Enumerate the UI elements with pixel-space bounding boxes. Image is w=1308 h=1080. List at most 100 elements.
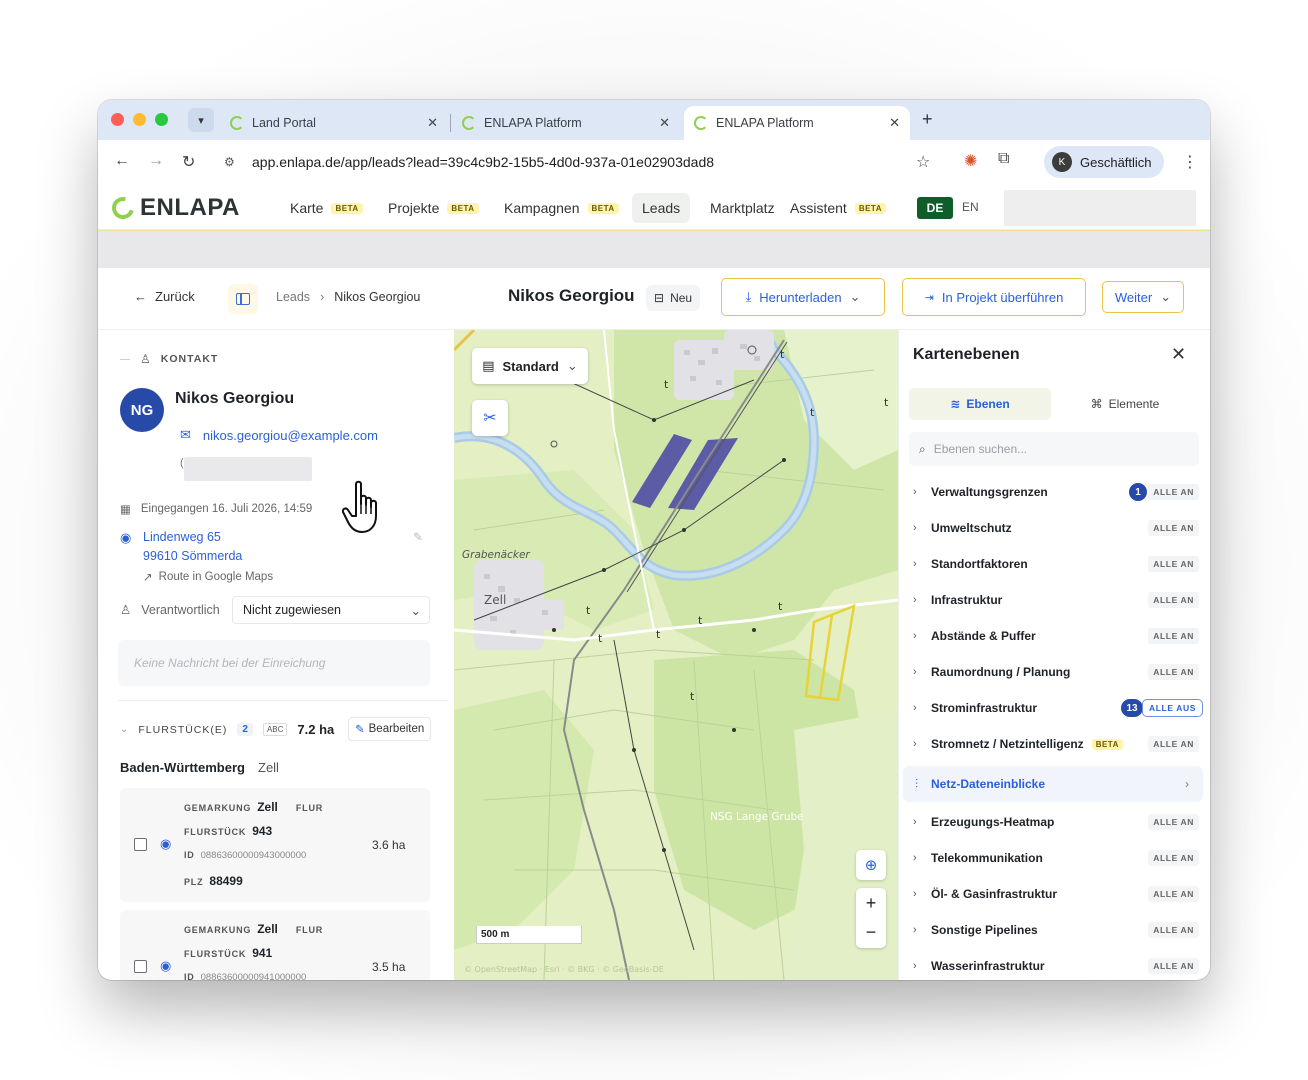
toggle-all-button[interactable]: ALLE AN xyxy=(1148,520,1199,536)
edit-pencil-icon[interactable]: ✎ xyxy=(413,530,423,544)
browser-tab-3-active[interactable]: ENLAPA Platform ✕ xyxy=(684,106,910,140)
nav-assistent[interactable]: Assistent BETA xyxy=(790,196,886,220)
close-window-button[interactable] xyxy=(111,113,124,126)
locate-button[interactable]: ⊕ xyxy=(856,850,886,880)
zoom-in-button[interactable]: + xyxy=(866,888,877,918)
forward-arrow-icon[interactable]: → xyxy=(148,152,164,170)
layer-name: Standortfaktoren xyxy=(931,557,1028,571)
layer-group-verwaltungsgrenzen[interactable]: › Verwaltungsgrenzen 1 ALLE AN xyxy=(899,474,1210,510)
bookmark-star-icon[interactable]: ☆ xyxy=(916,152,930,172)
address-street[interactable]: Lindenweg 65 xyxy=(143,530,221,544)
profile-button[interactable]: K Geschäftlich xyxy=(1044,146,1164,178)
back-button[interactable]: ← Zurück xyxy=(134,289,195,304)
toggle-all-button[interactable]: ALLE AN xyxy=(1148,886,1199,902)
extensions-puzzle-icon[interactable]: ⧉ xyxy=(998,150,1009,168)
nav-karte[interactable]: Karte BETA xyxy=(290,196,363,220)
enlapa-logo[interactable]: ENLAPA xyxy=(107,192,240,224)
address-bar[interactable]: ⚙ app.enlapa.de/app/leads?lead=39c4c9b2-… xyxy=(214,146,954,178)
nav-kampagnen[interactable]: Kampagnen BETA xyxy=(504,196,619,220)
close-tab-icon[interactable]: ✕ xyxy=(889,115,900,131)
breadcrumb-leads[interactable]: Leads xyxy=(276,290,310,304)
edit-label: Bearbeiten xyxy=(368,723,425,735)
layer-group-umweltschutz[interactable]: › Umweltschutz ALLE AN xyxy=(899,510,1210,546)
sidebar-toggle-button[interactable] xyxy=(228,284,258,314)
edit-plots-button[interactable]: ✎ Bearbeiten xyxy=(348,717,432,741)
map-canvas[interactable]: t t t t t t t t t t Grabenäcker Zell NSG Lange … xyxy=(454,330,898,980)
layer-group-abstaende-puffer[interactable]: › Abstände & Puffer ALLE AN xyxy=(899,618,1210,654)
contact-section-header[interactable]: — ♙ KONTAKT xyxy=(120,352,218,366)
address-url[interactable]: app.enlapa.de/app/leads?lead=39c4c9b2-15… xyxy=(252,154,714,170)
layer-search-input[interactable]: ⌕ Ebenen suchen... xyxy=(909,432,1199,466)
status-badge[interactable]: ⊟ Neu xyxy=(646,285,701,311)
email-link[interactable]: nikos.georgiou@example.com xyxy=(203,428,378,443)
responsible-select[interactable]: Nicht zugewiesen ⌄ xyxy=(232,596,430,624)
toggle-all-button[interactable]: ALLE AN xyxy=(1148,628,1199,644)
transfer-to-project-button[interactable]: ⇥ In Projekt überführen xyxy=(902,278,1086,316)
toggle-all-button[interactable]: ALLE AN xyxy=(1148,556,1199,572)
address-city[interactable]: 99610 Sömmerda xyxy=(143,549,242,563)
chevron-right-icon: › xyxy=(913,594,917,606)
toggle-all-button[interactable]: ALLE AN xyxy=(1148,922,1199,938)
map-label-zell: Zell xyxy=(484,593,506,607)
pin-icon[interactable]: ◉ xyxy=(160,958,171,974)
layer-group-stromnetz[interactable]: › Stromnetz / Netzintelligenz BETA ALLE … xyxy=(899,726,1210,762)
layer-group-telekommunikation[interactable]: › Telekommunikation ALLE AN xyxy=(899,840,1210,876)
draw-tool-button[interactable]: ✂ xyxy=(472,400,508,436)
reload-icon[interactable]: ↻ xyxy=(182,152,195,172)
layer-group-standortfaktoren[interactable]: › Standortfaktoren ALLE AN xyxy=(899,546,1210,582)
nav-projekte[interactable]: Projekte BETA xyxy=(388,196,479,220)
layer-group-erzeugungs-heatmap[interactable]: › Erzeugungs-Heatmap ALLE AN xyxy=(899,804,1210,840)
nav-leads[interactable]: Leads xyxy=(632,193,691,223)
close-icon[interactable]: ✕ xyxy=(1171,344,1186,365)
layer-group-oel-gas[interactable]: › Öl- & Gasinfrastruktur ALLE AN xyxy=(899,876,1210,912)
map-view[interactable]: t t t t t t t t t t Grabenäcker Zell NSG Lange … xyxy=(454,330,898,980)
netz-dateneinblicke-row[interactable]: ⫶ Netz-Dateneinblicke › xyxy=(903,766,1203,802)
tab-ebenen[interactable]: ≋ Ebenen xyxy=(909,388,1051,420)
download-button[interactable]: ⤓ Herunterladen ⌄ xyxy=(721,278,885,316)
browser-menu-icon[interactable]: ⋮ xyxy=(1182,152,1198,172)
new-tab-button[interactable]: + xyxy=(922,109,933,130)
minimize-window-button[interactable] xyxy=(133,113,146,126)
site-info-icon[interactable]: ⚙ xyxy=(224,155,244,169)
chevron-right-icon: › xyxy=(913,702,917,714)
back-arrow-icon[interactable]: ← xyxy=(114,152,130,170)
toggle-all-button[interactable]: ALLE AN xyxy=(1148,850,1199,866)
plots-section-header[interactable]: ⌄ FLURSTÜCK(E) 2 ABC 7.2 ha xyxy=(120,722,334,737)
plot-checkbox[interactable] xyxy=(134,960,147,973)
nav-marktplatz[interactable]: Marktplatz xyxy=(710,196,775,220)
layer-group-infrastruktur[interactable]: › Infrastruktur ALLE AN xyxy=(899,582,1210,618)
layer-group-raumordnung[interactable]: › Raumordnung / Planung ALLE AN xyxy=(899,654,1210,690)
close-tab-icon[interactable]: ✕ xyxy=(659,115,670,131)
extension-icon[interactable]: ✺ xyxy=(964,151,977,171)
toggle-all-button[interactable]: ALLE AN xyxy=(1148,664,1199,680)
pin-icon[interactable]: ◉ xyxy=(160,836,171,852)
toggle-all-button[interactable]: ALLE AN xyxy=(1148,592,1199,608)
inbox-icon: ⊟ xyxy=(654,291,665,305)
plot-card[interactable]: ◉ GEMARKUNG Zell FLUR FLURSTÜCK 941 ID 0… xyxy=(120,910,430,980)
layer-group-wasserinfrastruktur[interactable]: › Wasserinfrastruktur ALLE AN xyxy=(899,948,1210,980)
route-google-maps-link[interactable]: ↗ Route in Google Maps xyxy=(143,570,273,584)
browser-tab-1[interactable]: Land Portal ✕ xyxy=(220,106,448,140)
layer-group-strominfrastruktur[interactable]: › Strominfrastruktur 13 ALLE AUS xyxy=(899,690,1210,726)
more-button[interactable]: Weiter ⌄ xyxy=(1102,281,1184,313)
svg-text:t: t xyxy=(586,604,591,617)
close-tab-icon[interactable]: ✕ xyxy=(427,115,438,131)
language-de-button[interactable]: DE xyxy=(917,197,953,219)
plot-card[interactable]: ◉ GEMARKUNG Zell FLUR FLURSTÜCK 943 ID 0… xyxy=(120,788,430,902)
zoom-out-button[interactable]: − xyxy=(866,918,877,948)
basemap-selector[interactable]: ▤ Standard ⌄ xyxy=(472,348,588,384)
plot-checkbox[interactable] xyxy=(134,838,147,851)
sort-abc-icon[interactable]: ABC xyxy=(262,723,288,736)
layer-group-sonstige-pipelines[interactable]: › Sonstige Pipelines ALLE AN xyxy=(899,912,1210,948)
toggle-all-button[interactable]: ALLE AN xyxy=(1148,484,1199,500)
toggle-all-button[interactable]: ALLE AN xyxy=(1148,736,1199,752)
contact-email[interactable]: ✉ nikos.georgiou@example.com xyxy=(180,427,378,443)
browser-tab-2[interactable]: ENLAPA Platform ✕ xyxy=(452,106,680,140)
tab-search-button[interactable]: ▾ xyxy=(188,108,214,132)
toggle-all-button[interactable]: ALLE AN xyxy=(1148,814,1199,830)
language-en-button[interactable]: EN xyxy=(962,200,979,214)
toggle-all-button[interactable]: ALLE AUS xyxy=(1142,699,1203,717)
maximize-window-button[interactable] xyxy=(155,113,168,126)
tab-elemente[interactable]: ⌘ Elemente xyxy=(1051,388,1199,420)
toggle-all-button[interactable]: ALLE AN xyxy=(1148,958,1199,974)
